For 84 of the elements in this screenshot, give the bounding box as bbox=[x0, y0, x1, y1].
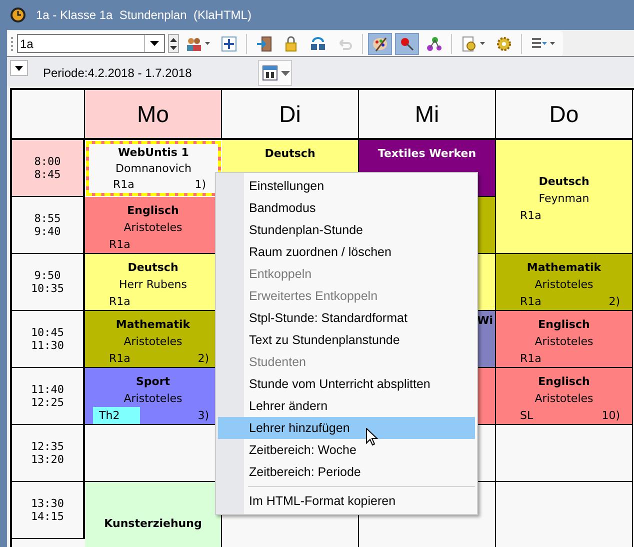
teacher-label: Aristoteles bbox=[124, 391, 182, 407]
calendar-button[interactable] bbox=[258, 60, 292, 86]
time-cell: 9:50 10:35 bbox=[12, 254, 85, 311]
clock-icon bbox=[10, 7, 26, 23]
subject-label: Sport bbox=[136, 374, 170, 390]
spin-button[interactable] bbox=[168, 34, 179, 53]
lock-icon bbox=[283, 36, 299, 52]
up-down-arrows-icon bbox=[170, 36, 177, 50]
teacher-label: Aristoteles bbox=[124, 220, 182, 236]
lesson-number: 10) bbox=[602, 408, 620, 424]
gear-icon bbox=[496, 36, 512, 52]
subject-label: Deutsch bbox=[128, 260, 178, 276]
teacher-label: Feynman bbox=[538, 191, 590, 207]
teacher-label: Aristoteles bbox=[534, 391, 594, 407]
calendar-icon bbox=[262, 65, 278, 81]
caret-icon bbox=[480, 42, 485, 45]
time-cell: 12:35 13:20 bbox=[12, 425, 85, 482]
mouse-pointer-icon bbox=[366, 428, 378, 446]
class-combobox[interactable]: 1a bbox=[17, 34, 165, 53]
room-label: R1a bbox=[520, 294, 542, 310]
collapse-button[interactable] bbox=[10, 60, 28, 76]
pin-icon bbox=[399, 36, 415, 52]
menu-item[interactable]: Zeitbereich: Woche bbox=[218, 439, 475, 461]
time-cell: 13:30 14:15 bbox=[12, 482, 85, 539]
subject-label: Englisch bbox=[538, 317, 590, 333]
teacher-label: Domnanovich bbox=[116, 161, 192, 177]
lesson-number: 2) bbox=[198, 351, 209, 367]
subject-label: Wi bbox=[477, 313, 493, 329]
teacher-label: Herr Rubens bbox=[119, 277, 187, 293]
subject-label: Englisch bbox=[538, 374, 590, 390]
grip-handle[interactable] bbox=[11, 36, 14, 50]
people-icon bbox=[186, 36, 202, 52]
door-icon bbox=[256, 36, 272, 52]
caret-icon bbox=[15, 66, 23, 70]
room-label: R1a bbox=[520, 208, 542, 224]
room-label: R1a bbox=[109, 351, 130, 367]
subject-label: Deutsch bbox=[538, 174, 590, 190]
room-label: R1a bbox=[109, 294, 130, 310]
lesson-card[interactable]: Englisch Aristoteles SL 10) bbox=[496, 368, 633, 425]
day-header[interactable]: Mi bbox=[359, 90, 496, 140]
menu-item[interactable]: Zeitbereich: Periode bbox=[218, 461, 475, 483]
time-cell: 8:55 9:40 bbox=[12, 197, 85, 254]
teacher-label: Aristoteles bbox=[534, 334, 594, 350]
swap-icon bbox=[310, 36, 326, 52]
room-label: R1a bbox=[520, 351, 542, 367]
lesson-card[interactable]: Kunsterziehung bbox=[85, 482, 222, 547]
teacher-label: Aristoteles bbox=[534, 277, 594, 293]
lesson-card[interactable]: Mathematik Aristoteles R1a 2) bbox=[496, 254, 633, 311]
time-cell: 11:40 12:25 bbox=[12, 368, 85, 425]
day-header[interactable]: Mo bbox=[85, 90, 222, 140]
lesson-number: 3) bbox=[198, 408, 209, 424]
caret-icon bbox=[150, 41, 159, 46]
palette-icon bbox=[372, 36, 388, 52]
menu-item[interactable]: Lehrer hinzufügen bbox=[218, 417, 475, 439]
time-cell: 8:00 8:45 bbox=[12, 140, 85, 197]
subject-label: Deutsch bbox=[264, 146, 316, 162]
subject-label: Mathematik bbox=[116, 317, 190, 333]
lesson-number: 1) bbox=[194, 177, 206, 193]
day-header[interactable]: Do bbox=[496, 90, 633, 140]
window-title: 1a - Klasse 1a Stundenplan (KlaHTML) bbox=[36, 8, 252, 22]
caret-icon bbox=[550, 42, 555, 45]
gear-document-icon bbox=[461, 36, 477, 52]
room-label: Th2 bbox=[93, 407, 140, 424]
room-label: SL bbox=[520, 408, 534, 424]
nodes-icon bbox=[426, 36, 442, 52]
lesson-card[interactable]: Deutsch Feynman R1a bbox=[496, 140, 633, 254]
subject-label: Mathematik bbox=[526, 260, 602, 276]
caret-icon bbox=[205, 42, 210, 45]
lesson-card[interactable]: Englisch Aristoteles R1a bbox=[496, 311, 633, 368]
subject-label: Kunsterziehung bbox=[104, 516, 202, 532]
move-icon bbox=[221, 36, 237, 52]
room-label: R1a bbox=[113, 177, 134, 193]
period-label: Periode:4.2.2018 - 1.7.2018 bbox=[43, 66, 193, 80]
subject-label: Englisch bbox=[127, 203, 179, 219]
subject-label: WebUntis 1 bbox=[118, 145, 189, 161]
room-label: R1a bbox=[109, 237, 130, 253]
teacher-label: Aristoteles bbox=[124, 334, 182, 350]
subject-label: Textiles Werken bbox=[378, 146, 476, 162]
lesson-number: 2) bbox=[608, 294, 620, 310]
toolbar-button[interactable] bbox=[368, 32, 392, 54]
time-cell: 10:45 11:30 bbox=[12, 311, 85, 368]
caret-icon bbox=[281, 70, 290, 76]
lesson-card[interactable]: WebUntis 1 Domnanovich R1a 1) bbox=[86, 141, 221, 196]
day-header[interactable]: Di bbox=[222, 90, 359, 140]
